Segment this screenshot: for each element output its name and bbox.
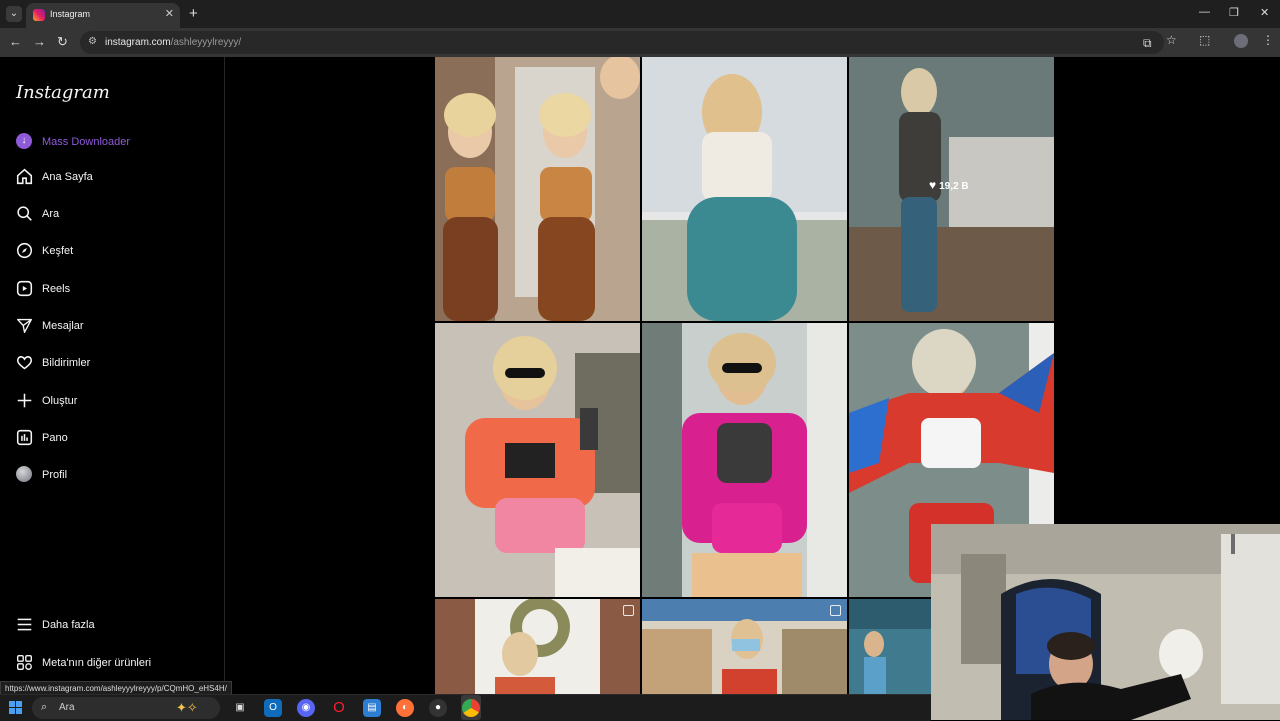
app-icon[interactable]: ● bbox=[429, 699, 447, 717]
bookmark-star-icon[interactable]: ☆ bbox=[1166, 33, 1177, 47]
sidebar-item-reels[interactable]: Reels bbox=[16, 280, 206, 302]
reels-icon bbox=[16, 280, 33, 297]
sidebar-item-create[interactable]: Oluştur bbox=[16, 392, 206, 414]
sidebar-item-mass-downloader[interactable]: ↓ Mass Downloader bbox=[16, 133, 206, 155]
post-thumbnail[interactable] bbox=[849, 599, 931, 694]
sidebar-item-label: Oluştur bbox=[42, 395, 78, 407]
post-photo bbox=[642, 57, 847, 321]
sidebar-item-label: Daha fazla bbox=[42, 619, 95, 631]
close-window-icon[interactable]: ✕ bbox=[1260, 6, 1269, 19]
browser-menu-icon[interactable]: ⋮ bbox=[1262, 33, 1274, 47]
sidebar-item-dashboard[interactable]: Pano bbox=[16, 429, 206, 451]
post-thumbnail[interactable] bbox=[642, 599, 847, 694]
instagram-sidebar: Instagram ↓ Mass Downloader Ana Sayfa Ar… bbox=[0, 57, 225, 694]
multiple-images-icon bbox=[623, 605, 634, 616]
browser-toolbar: ← → ↻ ⚙ instagram.com/ashleyyylreyyy/ ⧉ … bbox=[0, 28, 1280, 57]
post-photo bbox=[435, 599, 640, 694]
webcam-overlay bbox=[931, 524, 1280, 720]
minimize-icon[interactable]: — bbox=[1199, 6, 1210, 18]
post-thumbnail[interactable] bbox=[435, 57, 640, 321]
firefox-icon[interactable]: ◐ bbox=[396, 699, 414, 717]
sidebar-item-label: Ana Sayfa bbox=[42, 171, 93, 183]
opera-icon[interactable]: O bbox=[330, 699, 348, 717]
sidebar-item-search[interactable]: Ara bbox=[16, 205, 206, 227]
webcam-video bbox=[931, 524, 1280, 720]
plus-icon bbox=[17, 393, 32, 408]
cast-icon[interactable]: ⧉ bbox=[1143, 36, 1152, 51]
search-icon: ⌕ bbox=[41, 701, 48, 713]
taskbar-search-box[interactable]: ⌕ Ara ✦✧ bbox=[32, 697, 220, 719]
browser-tab-instagram[interactable]: Instagram ✕ bbox=[26, 3, 180, 28]
sidebar-item-label: Ara bbox=[42, 208, 60, 220]
post-thumbnail[interactable] bbox=[642, 57, 847, 321]
extensions-icon[interactable]: ⬚ bbox=[1199, 33, 1210, 47]
tab-close-icon[interactable]: ✕ bbox=[165, 7, 174, 20]
browser-tab-bar: ⌄ Instagram ✕ + — ❐ ✕ bbox=[0, 0, 1280, 28]
sidebar-item-meta-products[interactable]: Meta'nın diğer ürünleri bbox=[16, 654, 206, 676]
search-highlight-icon: ✦✧ bbox=[176, 700, 198, 715]
restore-icon[interactable]: ❐ bbox=[1229, 6, 1239, 19]
dashboard-icon bbox=[16, 429, 33, 446]
sidebar-item-label: Profil bbox=[42, 469, 68, 481]
menu-icon bbox=[17, 618, 32, 631]
post-thumbnail[interactable] bbox=[435, 323, 640, 597]
sidebar-item-label: Meta'nın diğer ürünleri bbox=[42, 657, 152, 669]
address-bar[interactable]: ⚙ instagram.com/ashleyyylreyyy/ ⧉ bbox=[80, 31, 1164, 54]
heart-filled-icon: ♥ bbox=[929, 178, 937, 192]
avatar-icon bbox=[16, 466, 32, 482]
new-tab-button[interactable]: + bbox=[189, 5, 198, 22]
download-circle-icon: ↓ bbox=[16, 133, 32, 149]
windows-start-icon[interactable] bbox=[9, 701, 22, 714]
reload-icon[interactable]: ↻ bbox=[57, 34, 68, 50]
post-photo bbox=[849, 599, 931, 694]
browser-profile-avatar[interactable] bbox=[1234, 34, 1248, 48]
back-icon[interactable]: ← bbox=[9, 34, 22, 49]
sidebar-item-label: Pano bbox=[42, 432, 68, 444]
sidebar-item-label: Mesajlar bbox=[42, 320, 84, 332]
taskbar-search-placeholder: Ara bbox=[59, 702, 75, 713]
sidebar-item-label: Bildirimler bbox=[42, 357, 91, 369]
meta-products-icon bbox=[17, 655, 32, 670]
outlook-icon[interactable]: O bbox=[264, 699, 282, 717]
instagram-logo[interactable]: Instagram bbox=[16, 82, 110, 103]
file-explorer-icon[interactable]: ▤ bbox=[363, 699, 381, 717]
instagram-favicon-icon bbox=[33, 9, 45, 21]
home-icon bbox=[16, 168, 33, 185]
sidebar-item-label: Mass Downloader bbox=[42, 136, 131, 148]
post-photo bbox=[642, 599, 847, 694]
post-photo bbox=[435, 323, 640, 597]
post-thumbnail[interactable]: ♥ 19,2 B bbox=[849, 57, 1054, 321]
heart-icon bbox=[16, 356, 33, 370]
sidebar-item-messages[interactable]: Mesajlar bbox=[16, 317, 206, 339]
sidebar-item-notifications[interactable]: Bildirimler bbox=[16, 354, 206, 376]
forward-icon[interactable]: → bbox=[33, 34, 46, 49]
post-thumbnail[interactable] bbox=[435, 599, 640, 694]
sidebar-item-label: Reels bbox=[42, 283, 71, 295]
post-like-count: ♥ 19,2 B bbox=[929, 178, 969, 192]
windows-taskbar: ⌕ Ara ✦✧ ▣ O ◉ O ▤ ◐ ● bbox=[0, 694, 931, 721]
url-text: instagram.com/ashleyyylreyyy/ bbox=[105, 37, 242, 48]
tab-title: Instagram bbox=[50, 9, 91, 19]
post-thumbnail[interactable] bbox=[642, 323, 847, 597]
tab-search-button[interactable]: ⌄ bbox=[6, 6, 22, 22]
sidebar-item-more[interactable]: Daha fazla bbox=[16, 616, 206, 638]
multiple-images-icon bbox=[830, 605, 841, 616]
compass-icon bbox=[16, 242, 33, 259]
send-icon bbox=[17, 318, 32, 333]
post-photo bbox=[642, 323, 847, 597]
site-info-icon[interactable]: ⚙ bbox=[88, 36, 97, 47]
sidebar-item-explore[interactable]: Keşfet bbox=[16, 242, 206, 264]
search-icon bbox=[17, 206, 32, 221]
chrome-icon[interactable] bbox=[462, 699, 480, 717]
sidebar-item-home[interactable]: Ana Sayfa bbox=[16, 168, 206, 190]
discord-icon[interactable]: ◉ bbox=[297, 699, 315, 717]
sidebar-item-label: Keşfet bbox=[42, 245, 74, 257]
post-photo bbox=[435, 57, 640, 321]
sidebar-item-profile[interactable]: Profil bbox=[16, 466, 206, 488]
task-view-icon[interactable]: ▣ bbox=[231, 699, 249, 717]
